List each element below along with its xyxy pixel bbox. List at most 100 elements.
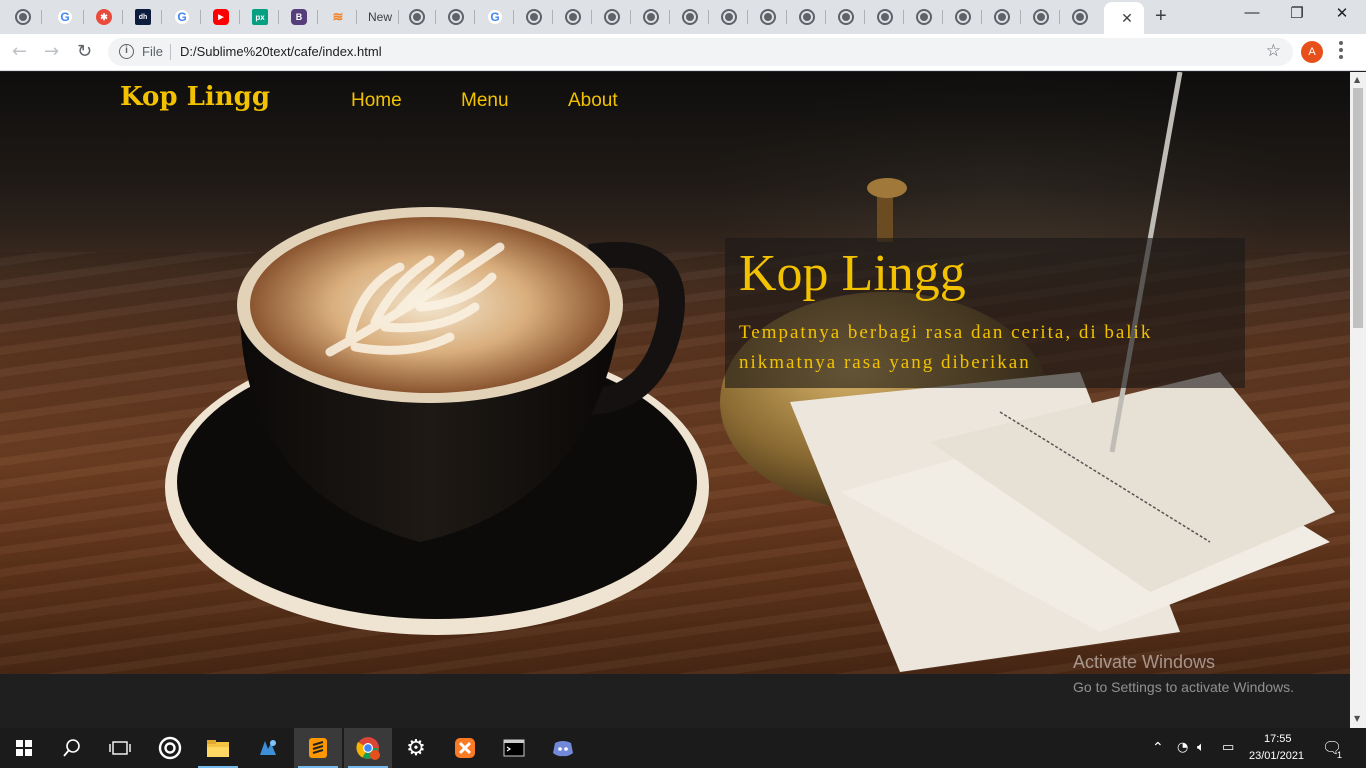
folder-icon [207, 740, 229, 757]
pixabay-icon: px [252, 9, 268, 25]
tab-label: New [367, 10, 392, 24]
globe-icon [15, 9, 31, 25]
task-view-button[interactable] [96, 728, 144, 768]
taskbar-sublime-text[interactable] [294, 728, 342, 768]
tab[interactable]: G [46, 6, 84, 28]
address-bar[interactable]: i File D:/Sublime%20text/cafe/index.html… [108, 38, 1293, 66]
globe-icon [1033, 9, 1049, 25]
tab[interactable] [866, 6, 904, 28]
site-brand-logo[interactable]: Kop Lingg [120, 82, 270, 112]
dh-icon: dh [135, 9, 151, 25]
tab[interactable] [593, 6, 631, 28]
terminal-icon [503, 739, 525, 757]
globe-icon [994, 9, 1010, 25]
tab[interactable] [398, 6, 436, 28]
tab[interactable]: dh [124, 6, 162, 28]
new-tab-button[interactable]: + [1155, 5, 1167, 28]
volume-icon[interactable]: 🔈︎ [1197, 740, 1205, 755]
windows-taskbar: ⚙ ⌃ ◔ 🔈︎ ▭ 17:55 23/01/2021 🗨︎ 1 [0, 728, 1366, 768]
gear-icon: ⚙ [406, 735, 426, 761]
tab[interactable]: G [476, 6, 514, 28]
tab[interactable] [1061, 6, 1099, 28]
battery-icon[interactable]: ▭ [1222, 740, 1234, 755]
tab[interactable]: B [280, 6, 318, 28]
tab[interactable] [788, 6, 826, 28]
taskbar-app[interactable] [244, 728, 292, 768]
bookmark-star-icon[interactable]: ☆ [1266, 41, 1281, 61]
minimize-button[interactable]: — [1229, 4, 1275, 21]
tab[interactable] [554, 6, 592, 28]
taskbar-settings[interactable]: ⚙ [392, 728, 440, 768]
browser-menu-icon[interactable] [1339, 41, 1343, 59]
taskbar-app[interactable] [146, 728, 194, 768]
search-icon [63, 739, 80, 757]
taskbar-discord[interactable] [539, 728, 587, 768]
tab[interactable]: ▶ [202, 6, 240, 28]
restore-button[interactable]: ❐ [1274, 4, 1320, 22]
tab[interactable] [983, 6, 1021, 28]
tab[interactable] [4, 6, 42, 28]
receipts [790, 372, 1335, 672]
start-button[interactable] [0, 728, 48, 768]
task-view-icon [109, 741, 131, 755]
asterisk-icon: ✱ [96, 9, 112, 25]
url-text[interactable]: D:/Sublime%20text/cafe/index.html [180, 44, 382, 59]
page-scrollbar[interactable]: ▲ ▼ [1350, 72, 1366, 728]
page-viewport: Kop Lingg Home Menu About Kop Lingg Temp… [0, 72, 1350, 728]
scroll-down-arrow-icon[interactable]: ▼ [1354, 714, 1360, 723]
site-header: Kop Lingg Home Menu About [0, 72, 1350, 128]
taskbar-xampp[interactable] [441, 728, 489, 768]
scrollbar-thumb[interactable] [1353, 88, 1363, 328]
tab[interactable]: ✱ [85, 6, 123, 28]
taskbar-terminal[interactable] [490, 728, 538, 768]
tab[interactable]: G [163, 6, 201, 28]
youtube-icon: ▶ [213, 9, 229, 25]
tab[interactable] [710, 6, 748, 28]
tab[interactable]: New [361, 6, 399, 28]
back-arrow-icon[interactable]: ← [12, 41, 27, 62]
search-button[interactable] [48, 728, 96, 768]
bootstrap-icon: B [291, 9, 307, 25]
globe-icon [799, 9, 815, 25]
clock-time[interactable]: 17:55 [1264, 733, 1292, 745]
tab[interactable]: px [241, 6, 279, 28]
globe-icon [643, 9, 659, 25]
scroll-up-arrow-icon[interactable]: ▲ [1354, 75, 1360, 84]
bell-knob [867, 178, 907, 198]
tab[interactable] [944, 6, 982, 28]
tab[interactable] [905, 6, 943, 28]
forward-arrow-icon[interactable]: → [44, 41, 59, 62]
profile-avatar[interactable]: A [1301, 41, 1323, 63]
tab-active[interactable]: ✕ [1104, 2, 1144, 34]
tab[interactable] [827, 6, 865, 28]
tab[interactable] [749, 6, 787, 28]
taskbar-chrome[interactable] [344, 728, 392, 768]
nav-link-menu[interactable]: Menu [461, 90, 509, 112]
close-window-button[interactable]: ✕ [1319, 4, 1365, 22]
tab[interactable]: ≋ [319, 6, 357, 28]
hero-tagline: Tempatnya berbagi rasa dan cerita, di ba… [739, 322, 1153, 373]
clock-date[interactable]: 23/01/2021 [1249, 750, 1304, 762]
close-tab-icon[interactable]: ✕ [1121, 10, 1133, 27]
reload-icon[interactable]: ↻ [77, 41, 92, 62]
info-icon[interactable]: i [119, 44, 134, 59]
globe-icon [682, 9, 698, 25]
tab[interactable] [437, 6, 475, 28]
xampp-icon [455, 738, 475, 758]
stackoverflow-icon: ≋ [332, 9, 344, 24]
nav-link-home[interactable]: Home [351, 90, 402, 112]
tab[interactable] [515, 6, 553, 28]
tab[interactable] [1022, 6, 1060, 28]
tab[interactable] [671, 6, 709, 28]
watermark-subtitle: Go to Settings to activate Windows. [1073, 679, 1294, 695]
nav-link-about[interactable]: About [568, 90, 618, 112]
taskbar-file-explorer[interactable] [194, 728, 242, 768]
google-icon: G [57, 9, 73, 25]
wifi-icon[interactable]: ◔ [1177, 740, 1188, 755]
chevron-up-icon[interactable]: ⌃ [1152, 740, 1164, 756]
tab[interactable] [632, 6, 670, 28]
notification-count: 1 [1337, 750, 1343, 760]
discord-icon [553, 741, 573, 757]
globe-icon [1072, 9, 1088, 25]
globe-icon [604, 9, 620, 25]
